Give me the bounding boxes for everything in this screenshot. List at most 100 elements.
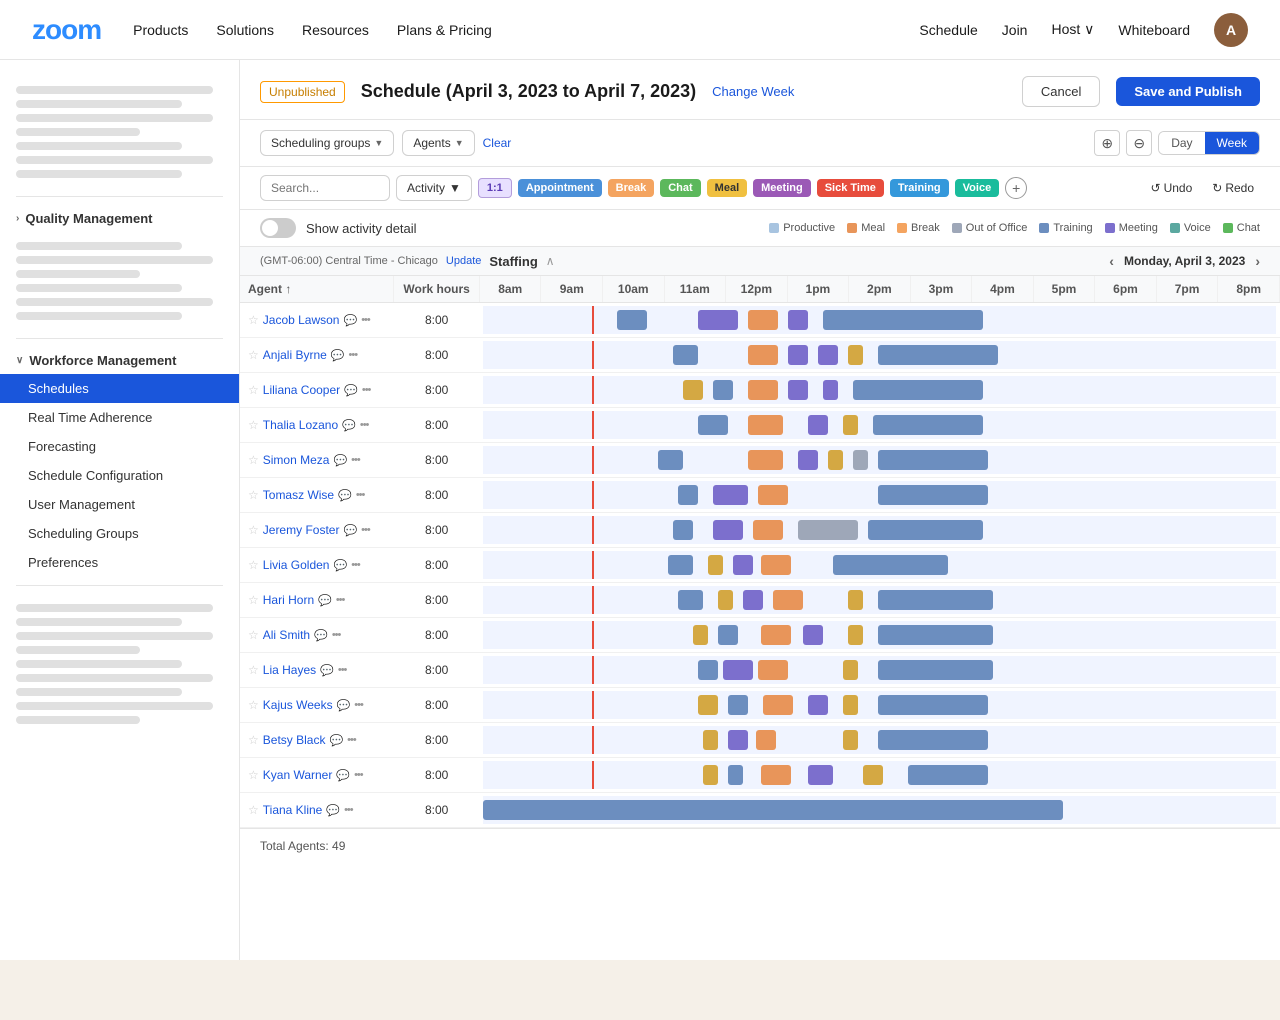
schedule-block[interactable] <box>848 625 863 645</box>
schedule-block[interactable] <box>673 345 698 365</box>
next-date-button[interactable]: › <box>1255 253 1260 269</box>
schedule-block[interactable] <box>678 485 698 505</box>
star-icon[interactable]: ☆ <box>248 313 259 327</box>
tag-11[interactable]: 1:1 <box>478 178 512 198</box>
cancel-button[interactable]: Cancel <box>1022 76 1100 107</box>
schedule-block[interactable] <box>761 555 791 575</box>
timeline-cell[interactable] <box>483 586 1275 614</box>
schedule-block[interactable] <box>748 450 783 470</box>
schedule-block[interactable] <box>873 415 983 435</box>
schedule-block[interactable] <box>758 660 788 680</box>
collapse-icon[interactable]: ∧ <box>546 254 555 268</box>
schedule-block[interactable] <box>878 625 993 645</box>
schedule-block[interactable] <box>728 730 748 750</box>
add-tag-button[interactable]: + <box>1005 177 1027 199</box>
timeline-cell[interactable] <box>483 551 1275 579</box>
activity-dropdown[interactable]: Activity ▼ <box>396 175 472 201</box>
star-icon[interactable]: ☆ <box>248 628 259 642</box>
more-options-icon[interactable]: ••• <box>354 769 363 781</box>
schedule-block[interactable] <box>878 730 988 750</box>
schedule-block[interactable] <box>788 310 808 330</box>
schedule-block[interactable] <box>658 450 683 470</box>
message-icon[interactable]: 💬 <box>318 594 332 607</box>
schedule-block[interactable] <box>718 590 733 610</box>
schedule-block[interactable] <box>728 695 748 715</box>
schedule-block[interactable] <box>868 520 983 540</box>
message-icon[interactable]: 💬 <box>331 349 345 362</box>
star-icon[interactable]: ☆ <box>248 698 259 712</box>
tag-meeting[interactable]: Meeting <box>753 179 811 197</box>
more-options-icon[interactable]: ••• <box>351 454 360 466</box>
schedule-block[interactable] <box>678 590 703 610</box>
schedule-block[interactable] <box>703 730 718 750</box>
agent-name-label[interactable]: Kajus Weeks <box>263 698 333 712</box>
schedule-block[interactable] <box>743 590 763 610</box>
schedule-block[interactable] <box>823 380 838 400</box>
schedule-block[interactable] <box>908 765 988 785</box>
schedule-block[interactable] <box>788 345 808 365</box>
tag-break[interactable]: Break <box>608 179 655 197</box>
sidebar-item-schedule-config[interactable]: Schedule Configuration <box>0 461 239 490</box>
more-options-icon[interactable]: ••• <box>360 419 369 431</box>
nav-join[interactable]: Join <box>1002 22 1028 38</box>
schedule-block[interactable] <box>843 415 858 435</box>
schedule-block[interactable] <box>748 415 783 435</box>
schedule-block[interactable] <box>713 520 743 540</box>
tag-chat[interactable]: Chat <box>660 179 700 197</box>
scheduling-groups-dropdown[interactable]: Scheduling groups ▼ <box>260 130 394 156</box>
message-icon[interactable]: 💬 <box>320 664 334 677</box>
schedule-block[interactable] <box>878 590 993 610</box>
tag-meal[interactable]: Meal <box>707 179 747 197</box>
tag-training[interactable]: Training <box>890 179 949 197</box>
zoom-logo[interactable]: zoom <box>32 14 101 46</box>
schedule-block[interactable] <box>878 695 988 715</box>
schedule-block[interactable] <box>843 730 858 750</box>
sidebar-item-user-management[interactable]: User Management <box>0 490 239 519</box>
star-icon[interactable]: ☆ <box>248 768 259 782</box>
schedule-block[interactable] <box>798 450 818 470</box>
timeline-cell[interactable] <box>483 411 1275 439</box>
timeline-cell[interactable] <box>483 621 1275 649</box>
more-options-icon[interactable]: ••• <box>332 629 341 641</box>
nav-host[interactable]: Host ∨ <box>1051 21 1094 38</box>
schedule-block[interactable] <box>878 345 998 365</box>
sidebar-item-realtime[interactable]: Real Time Adherence <box>0 403 239 432</box>
message-icon[interactable]: 💬 <box>314 629 328 642</box>
undo-button[interactable]: ↺ Undo <box>1145 177 1199 199</box>
schedule-block[interactable] <box>756 730 776 750</box>
schedule-block[interactable] <box>808 415 828 435</box>
schedule-block[interactable] <box>761 625 791 645</box>
message-icon[interactable]: 💬 <box>344 384 358 397</box>
schedule-block[interactable] <box>713 485 748 505</box>
agent-name-label[interactable]: Tomasz Wise <box>263 488 334 502</box>
schedule-block[interactable] <box>808 765 833 785</box>
schedule-block[interactable] <box>761 765 791 785</box>
activity-detail-toggle[interactable] <box>260 218 296 238</box>
user-avatar[interactable]: A <box>1214 13 1248 47</box>
message-icon[interactable]: 💬 <box>336 769 350 782</box>
more-options-icon[interactable]: ••• <box>361 524 370 536</box>
schedule-block[interactable] <box>698 310 738 330</box>
schedule-block[interactable] <box>733 555 753 575</box>
agent-name-label[interactable]: Jeremy Foster <box>263 523 340 537</box>
star-icon[interactable]: ☆ <box>248 418 259 432</box>
message-icon[interactable]: 💬 <box>333 454 347 467</box>
agent-name-label[interactable]: Lia Hayes <box>263 663 316 677</box>
timeline-cell[interactable] <box>483 761 1275 789</box>
schedule-block[interactable] <box>748 380 778 400</box>
schedule-block[interactable] <box>693 625 708 645</box>
message-icon[interactable]: 💬 <box>343 314 357 327</box>
sidebar-item-schedules[interactable]: Schedules <box>0 374 239 403</box>
schedule-block[interactable] <box>748 310 778 330</box>
schedule-block[interactable] <box>833 555 948 575</box>
schedule-block[interactable] <box>617 310 647 330</box>
timeline-cell[interactable] <box>483 516 1275 544</box>
message-icon[interactable]: 💬 <box>342 419 356 432</box>
save-publish-button[interactable]: Save and Publish <box>1116 77 1260 106</box>
agent-name-label[interactable]: Kyan Warner <box>263 768 333 782</box>
schedule-block[interactable] <box>723 660 753 680</box>
timeline-cell[interactable] <box>483 796 1275 824</box>
more-options-icon[interactable]: ••• <box>354 699 363 711</box>
prev-date-button[interactable]: ‹ <box>1109 253 1114 269</box>
agents-dropdown[interactable]: Agents ▼ <box>402 130 474 156</box>
